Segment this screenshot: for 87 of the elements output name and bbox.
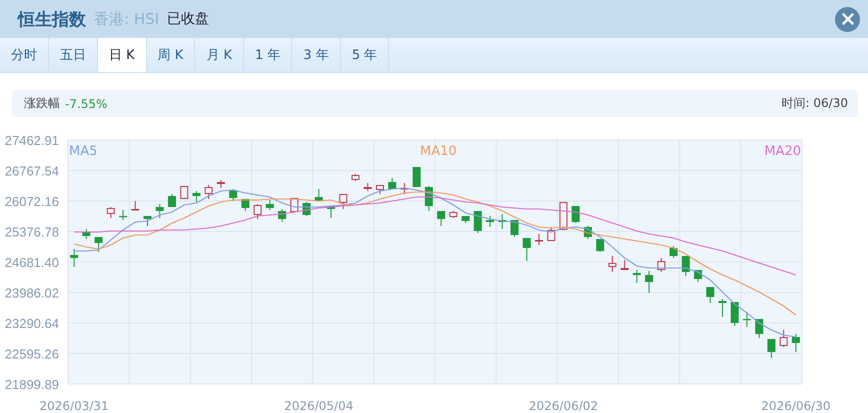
- legend-label: MA10: [420, 144, 457, 159]
- candlestick: [657, 257, 666, 273]
- candlestick: [584, 226, 592, 240]
- close-icon: [842, 13, 854, 25]
- candlestick: [670, 246, 678, 258]
- candlestick: [106, 206, 115, 218]
- close-button[interactable]: [835, 6, 860, 32]
- candlestick: [718, 298, 726, 318]
- candlestick: [522, 237, 531, 262]
- period-tab[interactable]: 周 K: [146, 38, 196, 72]
- candlestick: [266, 200, 274, 210]
- period-tab[interactable]: 3 年: [292, 38, 341, 72]
- candlestick: [596, 238, 604, 253]
- candlestick: [706, 286, 714, 304]
- candlestick: [388, 177, 396, 190]
- candlestick: [94, 236, 103, 253]
- candlestick: [412, 166, 421, 188]
- candlestick: [694, 270, 702, 283]
- candlestick: [241, 198, 250, 212]
- change-value: -7.55%: [65, 96, 108, 110]
- y-axis-label: 23290.64: [4, 316, 59, 331]
- candlestick: [144, 216, 152, 226]
- candlestick: [780, 330, 788, 348]
- candlestick: [204, 184, 213, 200]
- y-axis-label: 27462.91: [4, 133, 59, 148]
- candlestick: [70, 248, 78, 268]
- candlestick: [510, 220, 519, 238]
- x-axis-label: 2026/05/04: [284, 399, 354, 413]
- candlestick: [547, 226, 556, 242]
- candlestick: [314, 188, 323, 202]
- y-axis-label: 23986.02: [4, 286, 59, 300]
- market-status: 已收盘: [167, 10, 210, 28]
- candlestick: [192, 190, 200, 203]
- y-axis-label: 22595.26: [4, 346, 59, 362]
- y-axis-label: 21899.89: [4, 377, 59, 392]
- candlestick: [229, 188, 238, 202]
- y-axis-label: 25376.78: [4, 224, 59, 240]
- x-axis-label: 2026/06/02: [528, 399, 598, 413]
- candlestick: [82, 228, 90, 240]
- candlestick: [364, 182, 372, 192]
- y-axis-label: 26072.16: [4, 194, 59, 209]
- candlestick: [339, 194, 348, 210]
- candlestick: [156, 204, 164, 218]
- candlestick: [376, 184, 384, 194]
- time-label: 时间: 06/30: [782, 95, 848, 112]
- candlestick: [498, 214, 506, 230]
- candlestick: [572, 206, 580, 224]
- candlestick: [131, 200, 140, 211]
- legend-label: MA5: [69, 144, 98, 159]
- candlestick: [437, 210, 446, 226]
- candlestick: [767, 338, 776, 358]
- candlestick: [620, 260, 629, 270]
- x-axis-label: 2026/03/31: [40, 399, 109, 413]
- candlestick: [462, 216, 470, 224]
- period-tab[interactable]: 5 年: [340, 38, 390, 72]
- candlestick: [180, 186, 188, 200]
- candlestick: [645, 270, 654, 294]
- candlestick: [742, 312, 751, 328]
- period-tab[interactable]: 1 年: [244, 38, 292, 72]
- market-code: 香港: HSI: [94, 10, 160, 28]
- candlestick: [730, 302, 739, 326]
- candlestick: [608, 256, 616, 273]
- candlestick: [290, 197, 298, 213]
- y-axis-label: 24681.40: [4, 255, 59, 270]
- y-axis-label: 26767.54: [4, 164, 59, 178]
- candlestick: [400, 182, 408, 194]
- x-axis-label: 2026/06/30: [761, 399, 830, 413]
- candlestick: [449, 210, 458, 218]
- period-tab[interactable]: 分时: [0, 38, 49, 72]
- candlestick: [278, 208, 286, 223]
- candlestick: [486, 216, 494, 228]
- legend-label: MA20: [764, 144, 801, 159]
- candlestick: [351, 174, 360, 182]
- candlestick: [424, 186, 433, 212]
- period-tab[interactable]: 月 K: [195, 38, 244, 72]
- period-tab[interactable]: 日 K: [98, 38, 147, 72]
- candlestick: [327, 206, 336, 218]
- index-title: 恒生指数: [18, 8, 86, 30]
- candlestick: [254, 204, 262, 220]
- candlestick: [216, 180, 225, 188]
- candlestick: [559, 202, 568, 230]
- change-label: 涨跌幅: [24, 95, 60, 112]
- candlestick: [632, 270, 641, 284]
- candlestick: [792, 334, 800, 353]
- candlestick: [755, 318, 764, 338]
- candlestick: [534, 234, 543, 246]
- candlestick: [119, 210, 128, 220]
